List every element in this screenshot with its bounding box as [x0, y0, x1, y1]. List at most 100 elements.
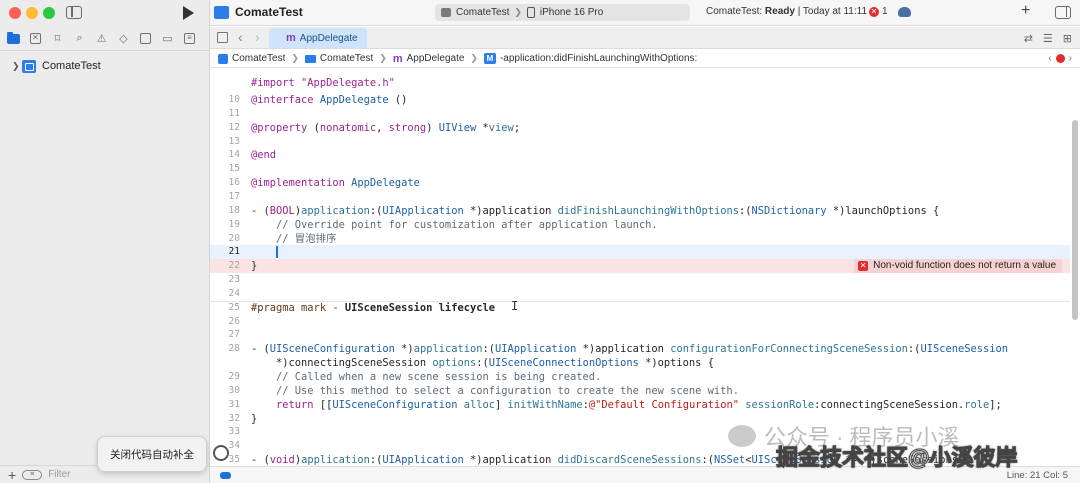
line-number[interactable]: 18 [210, 204, 240, 218]
line-number[interactable]: 11 [210, 107, 240, 121]
tab-appdelegate[interactable]: m AppDelegate [269, 28, 367, 48]
code-line: 20 // 冒泡排序 [210, 232, 1070, 246]
code-token: *)connectingSceneSession [251, 357, 433, 370]
error-icon: ✕ [869, 6, 879, 17]
filter-options-icon[interactable]: ≡ [22, 469, 43, 480]
line-number[interactable]: 16 [210, 176, 240, 190]
issue-error-icon[interactable] [1055, 54, 1065, 63]
code-token: , [376, 121, 389, 134]
line-number[interactable]: 30 [210, 384, 240, 398]
line-number[interactable]: 17 [210, 190, 240, 204]
line-number[interactable]: 25 [210, 301, 240, 315]
code-text: @property (nonatomic, strong) UIView *vi… [251, 121, 520, 135]
bookmark-navigator-icon[interactable]: ⌑ [50, 31, 65, 45]
line-number[interactable]: 15 [210, 162, 240, 176]
disclosure-chevron-icon[interactable]: ❯ [12, 61, 22, 72]
window-toolbar: ComateTest ComateTest ❯ iPhone 16 Pro Co… [210, 0, 1080, 26]
issue-navigator-icon[interactable]: ⚠ [94, 31, 109, 45]
line-number[interactable]: 21 [210, 245, 240, 259]
code-line-error: 22} ✕ Non-void function does not return a … [210, 259, 1070, 274]
back-chevron-icon[interactable]: ‹ [238, 29, 243, 45]
filter-input[interactable]: Filter [48, 469, 70, 480]
close-window-button[interactable] [9, 7, 21, 19]
line-number[interactable]: 29 [210, 370, 240, 384]
line-number[interactable]: 19 [210, 218, 240, 232]
line-number[interactable]: 24 [210, 287, 240, 301]
line-number[interactable]: 28 [210, 342, 240, 356]
line-number[interactable]: 31 [210, 398, 240, 412]
code-token: didDiscardSceneSessions [557, 454, 702, 465]
add-library-button[interactable]: + [1021, 3, 1030, 19]
code-token: alloc [463, 398, 496, 411]
add-file-button[interactable]: + [8, 468, 16, 482]
line-number[interactable]: 23 [210, 273, 240, 287]
code-token: role [964, 398, 990, 411]
split-editor-icon[interactable]: ⊞ [1063, 32, 1072, 45]
code-token: UIApplication [382, 204, 464, 217]
minimize-window-button[interactable] [26, 7, 38, 19]
inspector-toggle-icon[interactable] [1055, 6, 1071, 19]
editor-options-icon[interactable]: ☰ [1043, 32, 1053, 45]
issue-navigation: ‹ › [1048, 53, 1072, 64]
jump-method[interactable]: -application:didFinishLaunchingWithOptio… [500, 53, 697, 64]
editor-options: ⇄ ☰ ⊞ [1024, 32, 1072, 45]
code-line: 15 [210, 162, 1070, 176]
editor-scrollbar[interactable] [1072, 120, 1078, 320]
test-navigator-icon[interactable]: ◇ [116, 31, 131, 45]
zoom-window-button[interactable] [43, 7, 55, 19]
cloud-icon[interactable] [898, 7, 911, 17]
line-number[interactable]: 32 [210, 412, 240, 426]
debug-area-toggle-icon[interactable] [220, 472, 231, 479]
wechat-icon [728, 425, 756, 447]
source-editor[interactable]: #import "AppDelegate.h" 10 @interface App… [210, 68, 1080, 465]
prev-issue-icon[interactable]: ‹ [1048, 53, 1051, 64]
debug-navigator-icon[interactable] [138, 31, 153, 45]
code-token: * [476, 121, 489, 134]
scheme-icon [441, 8, 451, 17]
line-number[interactable]: 14 [210, 148, 240, 162]
tab-label: AppDelegate [299, 32, 358, 44]
text-cursor-icon: I [511, 299, 519, 313]
inline-error-message[interactable]: ✕ Non-void function does not return a val… [854, 259, 1062, 274]
next-issue-icon[interactable]: › [1069, 53, 1072, 64]
line-number[interactable]: 22 [210, 259, 240, 273]
line-number[interactable]: 26 [210, 315, 240, 329]
code-token: *)application [576, 343, 671, 356]
code-text: #pragma mark - UISceneSession lifecycle [251, 301, 495, 315]
code-token: UIApplication [495, 343, 577, 356]
code-line: 30 // Use this method to select a config… [210, 384, 1070, 398]
breakpoint-navigator-icon[interactable]: ▭ [160, 31, 175, 45]
swap-editors-icon[interactable]: ⇄ [1024, 32, 1033, 45]
jump-separator-icon: ❯ [379, 53, 387, 63]
jump-project[interactable]: ComateTest [232, 53, 285, 64]
project-icon [22, 59, 36, 73]
line-number[interactable]: 10 [210, 93, 240, 107]
line-number[interactable]: 20 [210, 232, 240, 246]
related-items-icon[interactable] [217, 32, 228, 43]
line-number[interactable]: 13 [210, 135, 240, 149]
autocomplete-toggle-icon[interactable] [213, 445, 229, 461]
code-token: UIView [438, 121, 477, 134]
scheme-selector[interactable]: ComateTest ❯ iPhone 16 Pro [435, 4, 690, 21]
line-number[interactable]: 33 [210, 425, 240, 439]
run-icon[interactable] [183, 6, 194, 20]
code-line: 23 [210, 273, 1070, 287]
report-navigator-icon[interactable]: ≡ [182, 31, 197, 45]
line-number[interactable]: 27 [210, 328, 240, 342]
jump-separator-icon: ❯ [470, 53, 478, 63]
code-token: // Override point for customization afte… [251, 218, 658, 231]
code-token: *)options { [638, 357, 714, 370]
jump-file[interactable]: AppDelegate [407, 53, 465, 64]
code-line: 25 #pragma mark - UISceneSession lifecycl… [210, 301, 1070, 315]
line-number[interactable]: 12 [210, 121, 240, 135]
find-navigator-icon[interactable]: ⌕ [72, 31, 87, 45]
sidebar-toggle-icon[interactable] [66, 6, 82, 19]
jump-group[interactable]: ComateTest [320, 53, 373, 64]
source-control-navigator-icon[interactable]: ✕ [28, 31, 43, 45]
error-badge[interactable]: ✕ 1 [869, 6, 888, 17]
code-line: 18 - (BOOL)application:(UIApplication *)a… [210, 204, 1070, 218]
code-token: didFinishLaunchingWithOptions [557, 204, 740, 217]
project-tree-item[interactable]: ❯ ComateTest [0, 58, 210, 74]
project-navigator-icon[interactable] [6, 31, 21, 45]
forward-chevron-icon[interactable]: › [255, 29, 260, 45]
